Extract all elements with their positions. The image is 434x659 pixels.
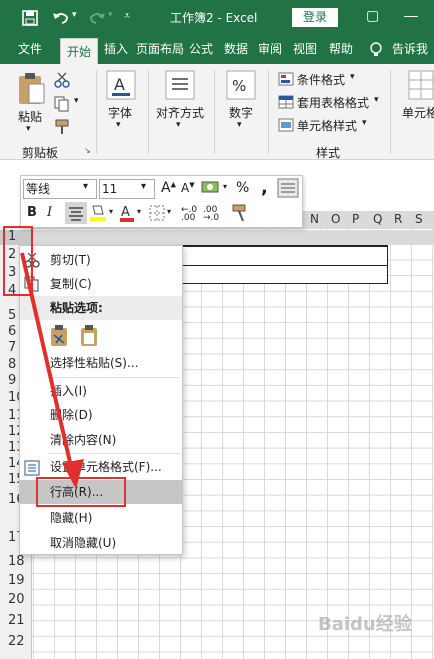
format-cells-icon[interactable] [277,178,299,198]
alignment-label[interactable]: 对齐方式 [156,104,204,121]
column-header-o[interactable]: O [331,212,340,226]
format-painter-icon[interactable] [54,118,72,136]
dialog-launcher-icon[interactable]: ↘ [84,146,91,155]
copy-dropdown-icon[interactable]: ▾ [74,96,79,106]
font-dropdown-icon[interactable]: ▾ [116,120,121,130]
table-format-icon[interactable] [278,95,294,109]
cell-style-dropdown-icon[interactable]: ▾ [362,118,367,128]
row-header-22[interactable]: 22 [8,634,25,649]
window-title: 工作簿2 - Excel [170,11,258,25]
align-icon[interactable] [165,70,195,100]
fill-color-dropdown-icon[interactable]: ▾ [109,207,113,216]
row-header-19[interactable]: 19 [8,573,25,588]
cell-style-icon[interactable] [278,118,294,132]
font-name-dropdown-icon[interactable]: ▾ [83,181,88,192]
bold-button[interactable]: B [27,205,37,220]
menu-item-unhide[interactable]: 取消隐藏(U) [20,531,182,555]
tab-insert[interactable]: 插入 [100,34,132,64]
alignment-dropdown-icon[interactable]: ▾ [176,120,181,130]
tab-help[interactable]: 帮助 [324,34,358,64]
grow-font-icon[interactable]: A▲ [161,180,176,196]
paste-icon[interactable] [16,72,46,106]
cells-label[interactable]: 单元格 [402,104,434,121]
watermark-logo: Baidu经验 [318,614,412,635]
italic-button[interactable]: I [47,205,52,220]
conditional-format-icon[interactable] [278,72,294,86]
undo-dropdown-icon[interactable]: ▾ [72,10,77,20]
tab-review[interactable]: 审阅 [254,34,286,64]
mini-format-painter-icon[interactable] [231,203,251,223]
paste-label[interactable]: 粘贴 [18,108,42,125]
borders-dropdown-icon[interactable]: ▾ [167,207,171,216]
column-header-p[interactable]: P [352,212,359,226]
decrease-decimal-icon[interactable]: .00 →.0 [203,206,219,223]
number-label[interactable]: 数字 [229,104,253,121]
save-icon[interactable] [22,10,38,26]
increase-decimal-icon[interactable]: ←.0.00 [181,206,197,223]
shrink-font-icon[interactable]: A▼ [181,181,195,195]
table-format-dropdown-icon[interactable]: ▾ [374,95,379,105]
font-color-dropdown-icon[interactable]: ▾ [137,207,141,216]
ribbon-tab-bar: 文件 开始 插入 页面布局 公式 数据 审阅 视图 帮助 告诉我 [0,34,434,64]
row-header-21[interactable]: 21 [8,613,25,628]
menu-item-hide[interactable]: 隐藏(H) [20,506,182,530]
conditional-format-dropdown-icon[interactable]: ▾ [350,72,355,82]
tab-formulas[interactable]: 公式 [186,34,216,64]
number-format-icon[interactable]: % [226,70,256,100]
row-header-18[interactable]: 18 [8,554,25,569]
accounting-format-icon[interactable] [201,179,221,197]
number-dropdown-icon[interactable]: ▾ [237,120,242,130]
redo-icon [90,13,105,24]
tab-home[interactable]: 开始 [60,38,98,64]
font-size-box[interactable]: 11 [99,179,155,199]
column-header-n[interactable]: N [310,212,319,226]
selected-row-1 [32,230,434,245]
tab-page-layout[interactable]: 页面布局 [134,34,186,64]
font-label[interactable]: 字体 [108,104,132,121]
font-icon[interactable]: A [106,70,136,100]
tab-file[interactable]: 文件 [10,34,50,64]
font-color-icon[interactable]: A [119,203,135,223]
tab-data[interactable]: 数据 [220,34,252,64]
mini-toolbar: 等线 ▾ 11 ▾ A▲ A▼ ▾ % , B I ▾ A ▾ ▾ ←.0.00… [20,175,303,228]
fill-color-icon[interactable] [89,203,107,223]
borders-icon[interactable] [148,204,166,222]
redo-dropdown-icon: ▾ [108,10,113,20]
column-header-q[interactable]: Q [373,212,382,226]
cut-icon[interactable] [54,72,70,88]
column-header-r[interactable]: R [394,212,402,226]
red-arrow-icon [20,252,84,489]
tab-view[interactable]: 视图 [288,34,322,64]
comma-style-button[interactable]: , [261,177,268,198]
center-align-icon[interactable] [65,202,87,224]
copy-icon[interactable] [54,96,70,112]
ribbon-home: 粘贴 ▾ ▾ 剪贴板 ↘ A 字体 ▾ 对齐方式 ▾ % 数字 ▾ 条件格式 ▾… [0,64,434,160]
lightbulb-icon[interactable] [369,42,383,58]
svg-text:A: A [114,75,125,94]
customize-qat-icon[interactable]: ⩡ [124,9,130,23]
svg-text:%: % [232,77,246,95]
login-button[interactable]: 登录 [292,8,338,27]
cells-icon[interactable] [408,70,434,100]
accounting-dropdown-icon[interactable]: ▾ [223,182,227,191]
styles-group-label: 样式 [316,146,341,160]
undo-icon[interactable] [52,10,70,26]
conditional-format-button[interactable]: 条件格式 [297,71,345,88]
percent-button[interactable]: % [236,180,249,196]
paste-dropdown-icon[interactable]: ▾ [26,124,31,134]
clipboard-group-label: 剪贴板 [22,146,59,160]
cell-style-button[interactable]: 单元格样式 [297,117,357,134]
minimize-icon[interactable] [404,16,418,17]
row-header-20[interactable]: 20 [8,592,25,607]
font-size-dropdown-icon[interactable]: ▾ [141,181,146,192]
title-bar: ▾ ▾ ⩡ 工作簿2 - Excel 登录 ▢ [0,0,434,34]
ribbon-display-icon[interactable]: ▢ [366,8,379,24]
column-header-s[interactable]: S [415,212,423,226]
svg-text:A: A [121,205,130,220]
table-format-button[interactable]: 套用表格格式 [297,94,369,111]
tab-tell-me[interactable]: 告诉我 [392,34,434,64]
